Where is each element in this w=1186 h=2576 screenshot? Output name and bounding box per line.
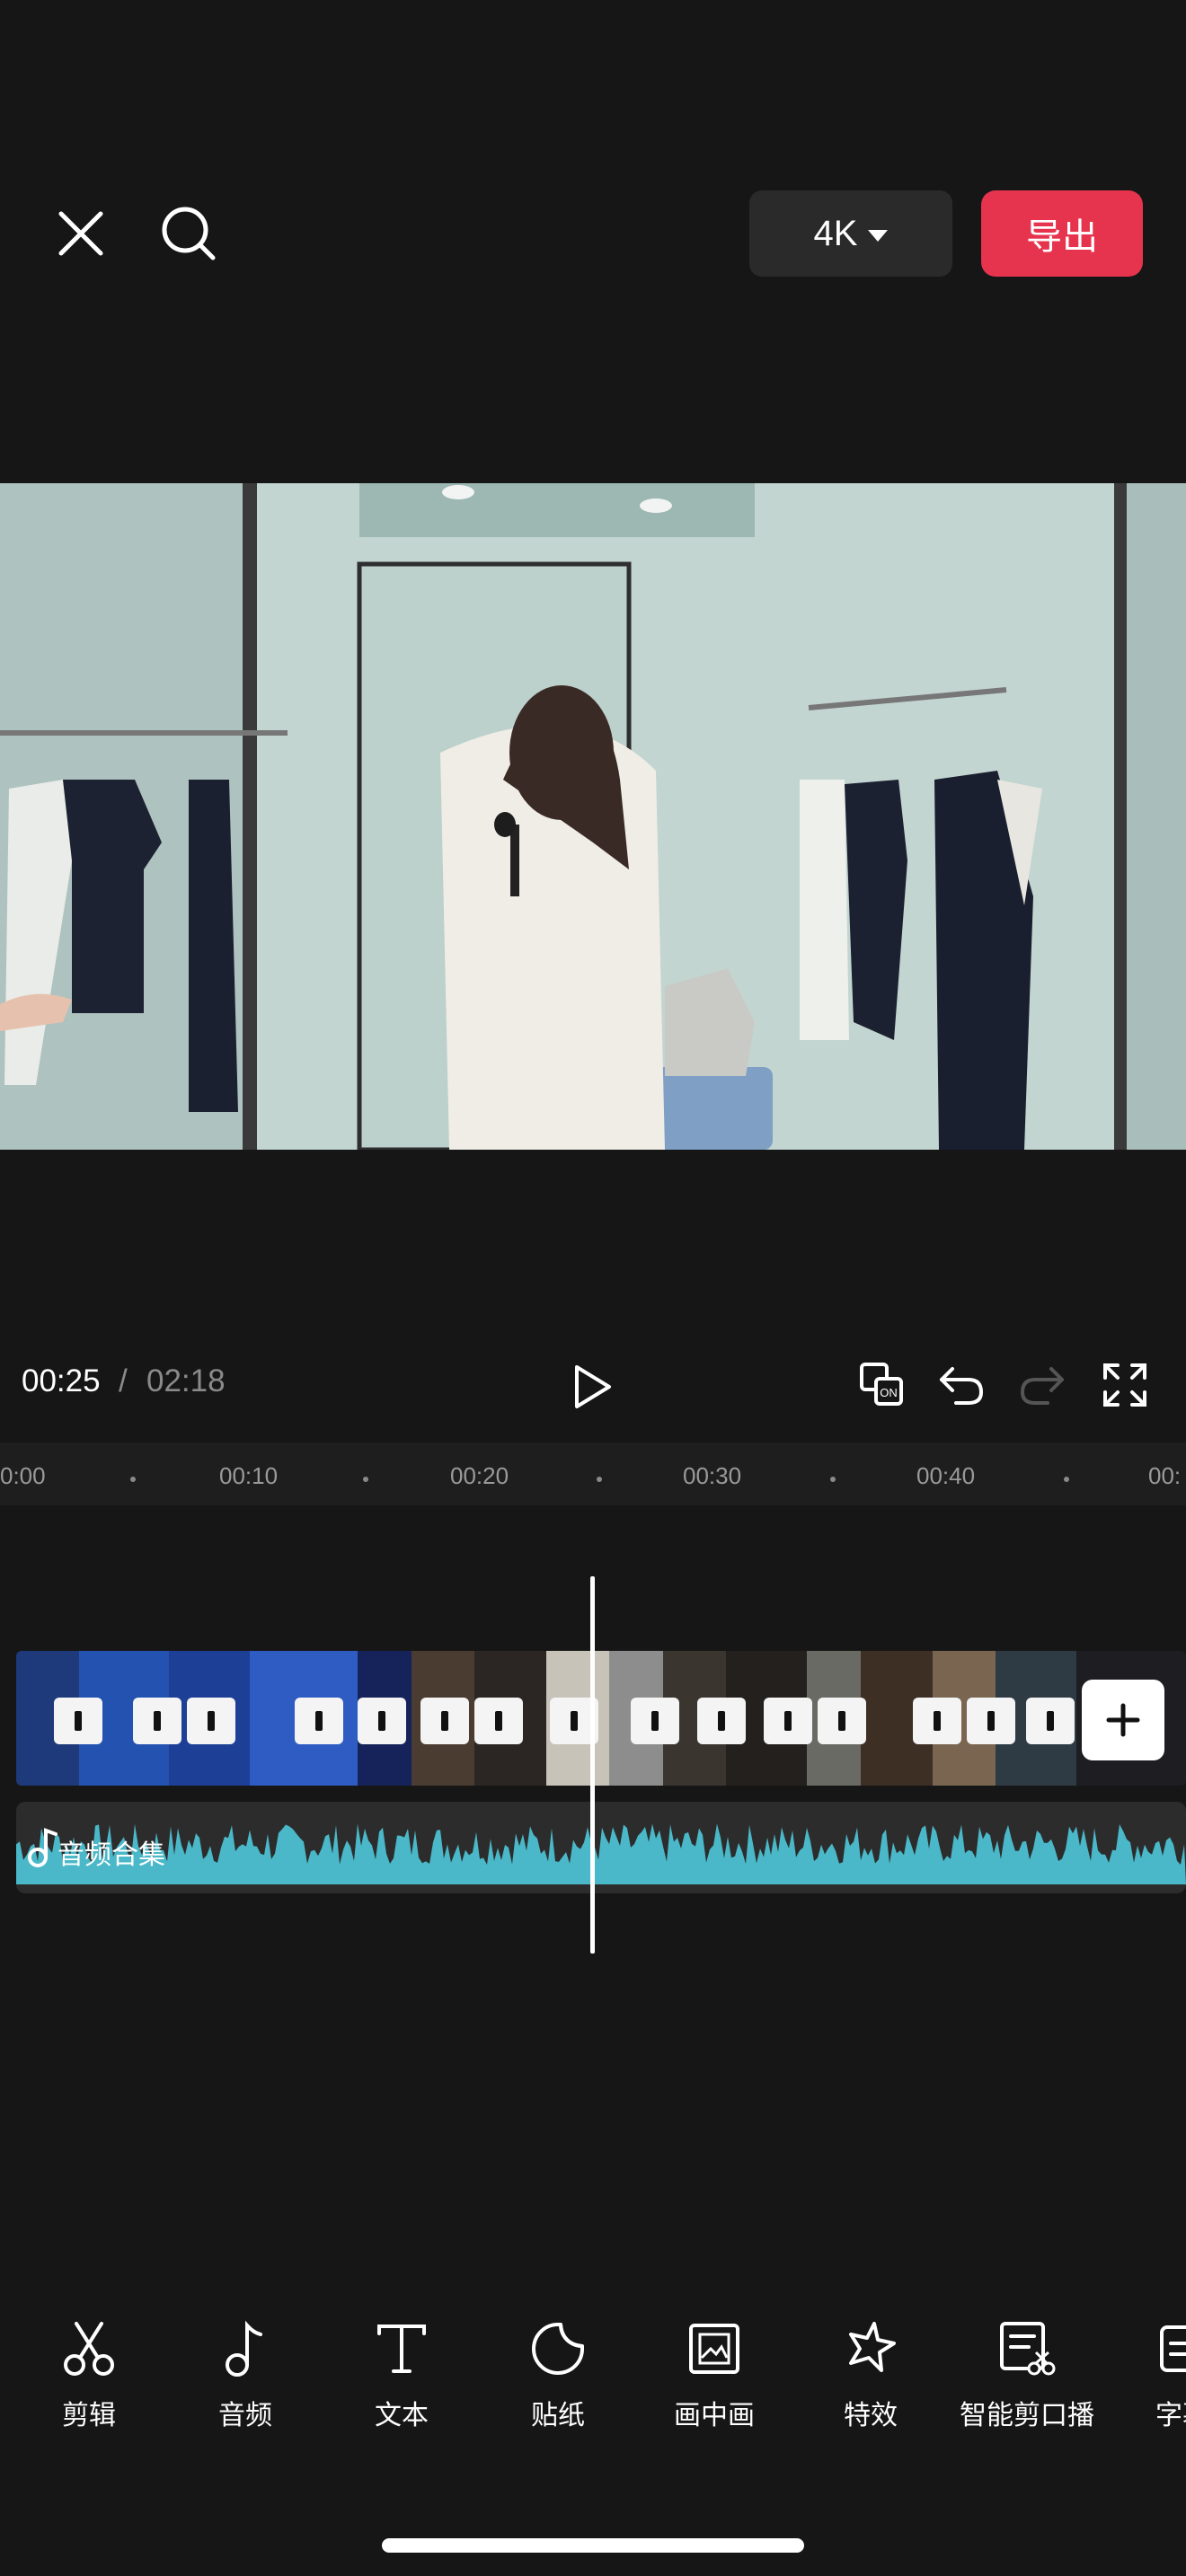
sticker-icon	[527, 2317, 589, 2380]
home-indicator	[382, 2538, 804, 2553]
ruler-dot	[130, 1477, 136, 1482]
preview-frame-image	[0, 483, 1186, 1150]
transition-button[interactable]	[133, 1698, 181, 1744]
ruler-dot	[1064, 1477, 1069, 1482]
tool-label: 字幕	[1155, 2401, 1186, 2430]
current-time: 00:25	[22, 1363, 101, 1398]
bottom-toolbar: 剪辑 音频 文本 贴纸 画中画 特效 智能剪口播 字	[0, 2317, 1186, 2461]
tool-label: 剪辑	[62, 2401, 116, 2430]
ruler-tick: 0:00	[0, 1462, 46, 1489]
plus-icon	[1106, 1703, 1140, 1737]
ruler-dot	[363, 1477, 368, 1482]
transition-button[interactable]	[358, 1698, 406, 1744]
transition-button[interactable]	[1026, 1698, 1075, 1744]
audio-track[interactable]	[16, 1802, 1186, 1893]
ruler-tick: 00:20	[450, 1462, 509, 1489]
ruler-dot	[597, 1477, 602, 1482]
undo-icon[interactable]	[933, 1356, 990, 1414]
play-icon[interactable]	[566, 1358, 620, 1416]
tool-subtitle[interactable]: 字幕	[1120, 2317, 1186, 2432]
tool-label: 文本	[375, 2401, 429, 2430]
add-clip-button[interactable]	[1082, 1680, 1164, 1760]
ruler-tick: 00:	[1148, 1462, 1182, 1489]
tool-label: 特效	[844, 2401, 898, 2430]
total-duration: 02:18	[146, 1363, 226, 1398]
tool-label: 音频	[218, 2401, 272, 2430]
tool-effects[interactable]: 特效	[803, 2317, 938, 2432]
transition-button[interactable]	[818, 1698, 866, 1744]
auto-caption-on-icon[interactable]: ON	[854, 1356, 911, 1414]
ruler-tick: 00:30	[683, 1462, 742, 1489]
scissors-icon	[58, 2317, 120, 2380]
search-icon[interactable]	[153, 198, 225, 269]
ruler-tick: 00:40	[916, 1462, 976, 1489]
waveform-shape	[16, 1823, 1186, 1884]
tool-picture-in-picture[interactable]: 画中画	[647, 2317, 782, 2432]
transition-button[interactable]	[913, 1698, 961, 1744]
transition-button[interactable]	[474, 1698, 523, 1744]
audio-waveform	[16, 1823, 1186, 1884]
resolution-dropdown[interactable]: 4K	[749, 190, 952, 277]
video-preview[interactable]	[0, 483, 1186, 1150]
smart-edit-icon	[996, 2317, 1058, 2380]
tool-smart-edit[interactable]: 智能剪口播	[960, 2317, 1094, 2432]
resolution-label: 4K	[813, 213, 858, 253]
tool-label: 画中画	[674, 2401, 755, 2430]
transition-button[interactable]	[420, 1698, 469, 1744]
transition-button[interactable]	[187, 1698, 235, 1744]
tool-audio[interactable]: 音频	[178, 2317, 313, 2432]
effects-star-icon	[839, 2317, 902, 2380]
tool-text[interactable]: 文本	[334, 2317, 469, 2432]
tool-cut[interactable]: 剪辑	[22, 2317, 156, 2432]
svg-text:ON: ON	[880, 1386, 898, 1399]
close-icon[interactable]	[49, 202, 112, 265]
transition-button[interactable]	[295, 1698, 343, 1744]
music-note-icon	[27, 1825, 61, 1868]
playhead[interactable]	[590, 1576, 595, 1954]
caret-down-icon	[868, 229, 889, 242]
ruler-tick: 00:10	[219, 1462, 279, 1489]
transition-button[interactable]	[54, 1698, 102, 1744]
audio-track-label: 音频合集	[58, 1840, 165, 1870]
fullscreen-icon[interactable]	[1096, 1356, 1154, 1414]
transition-button[interactable]	[967, 1698, 1015, 1744]
top-bar: 4K 导出	[0, 0, 1186, 485]
transition-button[interactable]	[764, 1698, 812, 1744]
subtitle-icon	[1154, 2317, 1186, 2380]
export-button[interactable]: 导出	[981, 190, 1143, 277]
time-ruler[interactable]: 0:00 00:10 00:20 00:30 00:40 00:	[0, 1442, 1186, 1505]
text-icon	[370, 2317, 433, 2380]
picture-in-picture-icon	[683, 2317, 746, 2380]
tool-sticker[interactable]: 贴纸	[491, 2317, 625, 2432]
transition-button[interactable]	[697, 1698, 746, 1744]
tool-label: 贴纸	[531, 2401, 585, 2430]
redo-icon[interactable]	[1013, 1356, 1071, 1414]
music-note-icon	[214, 2317, 277, 2380]
tool-label: 智能剪口播	[960, 2401, 1094, 2430]
ruler-dot	[830, 1477, 836, 1482]
transition-button[interactable]	[631, 1698, 679, 1744]
time-separator: /	[119, 1363, 128, 1398]
